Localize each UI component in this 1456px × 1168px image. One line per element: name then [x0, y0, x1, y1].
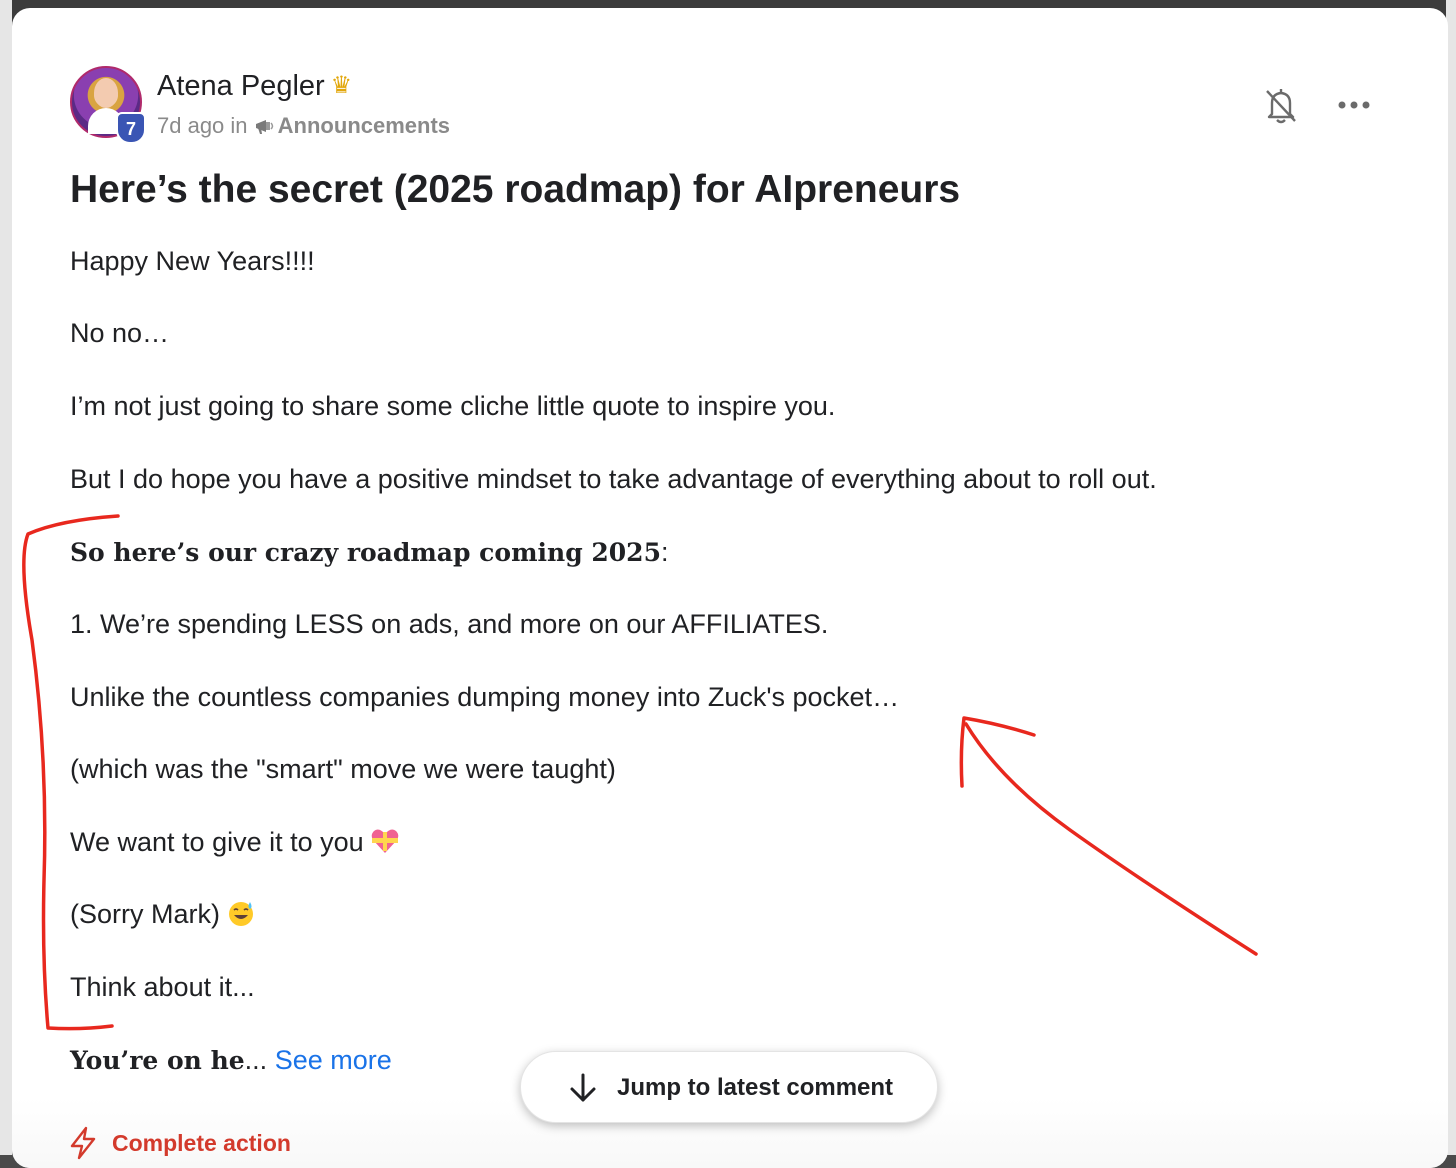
avatar-face [94, 78, 118, 108]
more-options-icon[interactable] [1334, 88, 1374, 122]
background-feed-left [0, 0, 12, 1155]
crown-icon: ♛ [330, 72, 353, 99]
roadmap-heading: So here’s our crazy roadmap coming 2025 [70, 538, 661, 567]
body-line-10: (Sorry Mark) [70, 899, 256, 930]
level-badge: 7 [116, 112, 146, 144]
category-link[interactable]: Announcements [278, 113, 450, 138]
truncated-text: You’re on he [70, 1046, 245, 1075]
post-meta: 7d ago in Announcements [157, 113, 450, 139]
body-line-3: I’m not just going to share some cliche … [70, 391, 836, 421]
jump-to-latest-comment-button[interactable]: Jump to latest comment [520, 1051, 938, 1123]
megaphone-icon [255, 120, 273, 134]
author-name[interactable]: Atena Pegler [157, 70, 325, 102]
body-line-1: Happy New Years!!!! [70, 246, 315, 276]
author-name-row: Atena Pegler ♛ [157, 70, 352, 103]
give-text: We want to give it to you [70, 827, 364, 857]
post-time: 7d ago [157, 113, 225, 138]
body-line-11: Think about it... [70, 972, 255, 1002]
post-title: Here’s the secret (2025 roadmap) for AIp… [70, 168, 961, 211]
in-label: in [230, 113, 248, 138]
complete-action-label: Complete action [112, 1130, 291, 1156]
truncation-ellipsis: ... [244, 1045, 268, 1075]
see-more-link[interactable]: See more [275, 1045, 392, 1075]
sorry-text: (Sorry Mark) [70, 899, 220, 929]
body-line-9: We want to give it to you [70, 827, 400, 858]
arrow-down-icon [570, 1073, 596, 1102]
body-line-7: Unlike the countless companies dumping m… [70, 682, 900, 712]
body-line-5: So here’s our crazy roadmap coming 2025: [70, 537, 668, 568]
body-line-4: But I do hope you have a positive mindse… [70, 464, 1157, 494]
sweat-smile-emoji [229, 902, 253, 926]
roadmap-colon: : [660, 537, 669, 567]
body-line-2: No no… [70, 318, 170, 348]
body-line-8: (which was the "smart" move we were taug… [70, 754, 616, 784]
post-modal: 7 Atena Pegler ♛ 7d ago in Announcements … [12, 8, 1448, 1168]
bell-off-icon[interactable] [1262, 86, 1300, 126]
jump-button-label: Jump to latest comment [617, 1074, 894, 1101]
body-line-12: You’re on he... See more [70, 1045, 392, 1076]
body-line-6: 1. We’re spending LESS on ads, and more … [70, 609, 829, 639]
heart-gift-emoji [371, 829, 398, 853]
